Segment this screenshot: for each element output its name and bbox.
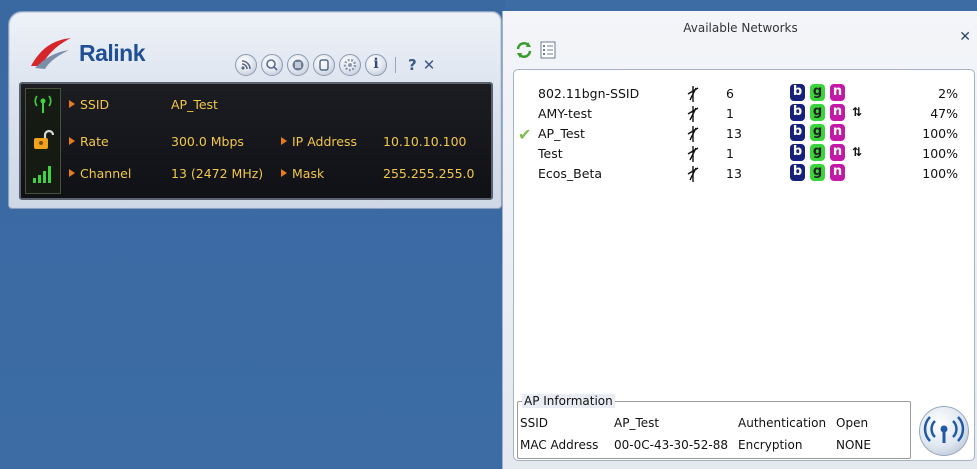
- refresh-icon[interactable]: [515, 41, 533, 59]
- channel-label: Channel: [69, 166, 131, 181]
- authentication-label: Authentication: [738, 416, 827, 430]
- 802-11n-badge: n: [830, 104, 845, 121]
- wps-icon: ⇅: [852, 145, 863, 159]
- antenna-type-icon: [687, 106, 699, 122]
- 802-11g-badge: g: [810, 104, 825, 121]
- antenna-type-icon: [687, 86, 699, 102]
- ssid-label: SSID: [69, 97, 109, 112]
- mask-value: 255.255.255.0: [383, 166, 475, 181]
- channel-value: 13 (2472 MHz): [171, 166, 264, 181]
- network-ssid: AP_Test: [538, 126, 585, 141]
- ralink-logo: Ralink: [29, 34, 169, 74]
- 802-11b-badge: b: [790, 164, 805, 181]
- network-ssid: Ecos_Beta: [538, 166, 603, 181]
- signal-percent: 100%: [922, 166, 958, 181]
- connected-check-icon: ✔: [518, 125, 532, 144]
- antenna-type-icon: [687, 166, 699, 182]
- help-button[interactable]: ?: [408, 56, 417, 74]
- settings-icon[interactable]: [339, 54, 361, 76]
- 802-11b-badge: b: [790, 104, 805, 121]
- wireless-connect-button[interactable]: [919, 406, 969, 456]
- search-icon[interactable]: [261, 54, 283, 76]
- signal-percent: 2%: [938, 86, 958, 101]
- networks-toolbar: [515, 41, 563, 59]
- antenna-type-icon: [687, 126, 699, 142]
- network-ssid: 802.11bgn-SSID: [538, 86, 640, 101]
- ap-ssid-label: SSID: [520, 416, 549, 430]
- mask-label: Mask: [281, 166, 324, 181]
- 802-11g-badge: g: [810, 144, 825, 161]
- 802-11g-badge: g: [810, 164, 825, 181]
- network-row[interactable]: AMY-test 1 b g n ⇅ 47%: [514, 104, 974, 126]
- ap-information-title: AP Information: [522, 394, 615, 408]
- network-ssid: AMY-test: [538, 106, 593, 121]
- 802-11b-badge: b: [790, 124, 805, 141]
- network-ssid: Test: [538, 146, 563, 161]
- status-icon-strip: [25, 88, 61, 194]
- window-title: Available Networks: [683, 21, 798, 35]
- ssid-value: AP_Test: [171, 97, 218, 112]
- mac-address-value: 00-0C-43-30-52-88: [614, 438, 729, 452]
- networks-close-button[interactable]: ✕: [959, 29, 971, 45]
- rate-value: 300.0 Mbps: [171, 134, 244, 149]
- toolbar-divider: [395, 57, 396, 73]
- 802-11n-badge: n: [830, 124, 845, 141]
- details-list-icon[interactable]: [539, 41, 557, 59]
- ralink-toolbar: i ? ✕: [235, 52, 435, 78]
- 802-11n-badge: n: [830, 144, 845, 161]
- antenna-type-icon: [687, 146, 699, 162]
- ralink-swoosh-icon: [31, 38, 71, 69]
- encryption-value: NONE: [836, 438, 871, 452]
- 802-11b-badge: b: [790, 144, 805, 161]
- logo-text: Ralink: [79, 40, 146, 66]
- 802-11g-badge: g: [810, 84, 825, 101]
- info-icon[interactable]: i: [365, 54, 387, 76]
- close-button[interactable]: ✕: [423, 56, 436, 74]
- network-channel: 1: [726, 106, 734, 121]
- network-channel: 6: [726, 86, 734, 101]
- network-channel: 13: [726, 166, 742, 181]
- encryption-label: Encryption: [738, 438, 803, 452]
- antenna-icon: [34, 95, 52, 113]
- ap-information-group: AP Information SSID AP_Test Authenticati…: [517, 394, 911, 459]
- network-row[interactable]: 802.11bgn-SSID 6 b g n 2%: [514, 84, 974, 106]
- network-row[interactable]: ✔ AP_Test 13 b g n 100%: [514, 124, 974, 146]
- 802-11n-badge: n: [830, 84, 845, 101]
- 802-11g-badge: g: [810, 124, 825, 141]
- connection-info-panel: SSID AP_Test Rate 300.0 Mbps IP Address …: [19, 82, 493, 200]
- signal-strength-icon: [33, 166, 51, 183]
- authentication-value: Open: [836, 416, 869, 430]
- available-networks-window: Available Networks ✕ 802.11bgn-SSID 6 b …: [502, 11, 977, 469]
- ip-address-value: 10.10.10.100: [383, 134, 467, 149]
- network-row[interactable]: Ecos_Beta 13 b g n 100%: [514, 164, 974, 186]
- signal-percent: 47%: [930, 106, 958, 121]
- rate-label: Rate: [69, 134, 109, 149]
- 802-11n-badge: n: [830, 164, 845, 181]
- rss-icon[interactable]: [235, 54, 257, 76]
- ap-ssid-value: AP_Test: [614, 416, 660, 430]
- network-channel: 13: [726, 126, 742, 141]
- ralink-utility-window: Ralink i ? ✕ SSID AP_Test Rate 300.0 Mbp…: [8, 11, 502, 209]
- mac-address-label: MAC Address: [520, 438, 599, 452]
- list-icon[interactable]: [287, 54, 309, 76]
- wireless-antenna-icon: [923, 416, 965, 443]
- signal-percent: 100%: [922, 146, 958, 161]
- signal-percent: 100%: [922, 126, 958, 141]
- page-icon[interactable]: [313, 54, 335, 76]
- ip-address-label: IP Address: [281, 134, 357, 149]
- 802-11b-badge: b: [790, 84, 805, 101]
- unlocked-padlock-icon: [34, 129, 55, 149]
- wps-icon: ⇅: [852, 105, 863, 119]
- network-channel: 1: [726, 146, 734, 161]
- network-row[interactable]: Test 1 b g n ⇅ 100%: [514, 144, 974, 166]
